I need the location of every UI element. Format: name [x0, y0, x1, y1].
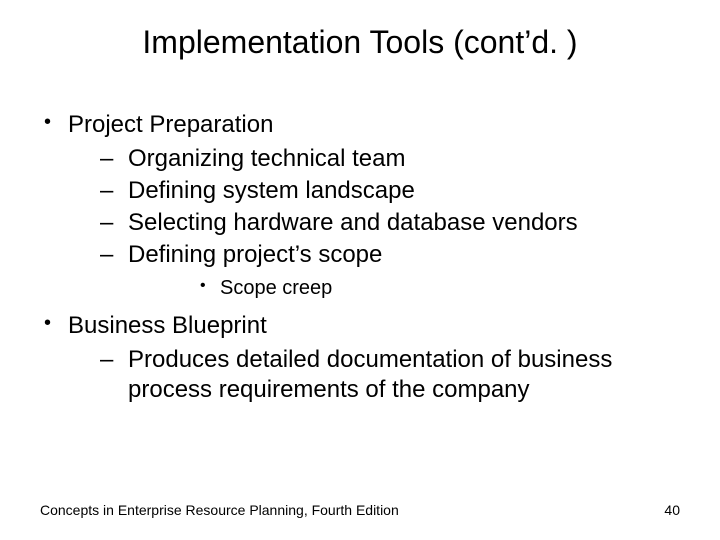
list-item: Produces detailed documentation of busin…: [68, 345, 680, 405]
slide: Implementation Tools (cont’d. ) Project …: [0, 0, 720, 540]
slide-title: Implementation Tools (cont’d. ): [0, 24, 720, 61]
bullet-label: Project Preparation: [68, 111, 273, 138]
list-item: Business Blueprint Produces detailed doc…: [40, 311, 680, 405]
bullet-text: Selecting hardware and database vendors: [128, 209, 578, 236]
bullet-list-level1: Project Preparation Organizing technical…: [40, 110, 680, 405]
list-item: Project Preparation Organizing technical…: [40, 110, 680, 301]
bullet-text: Organizing technical team: [128, 145, 405, 172]
footer-source: Concepts in Enterprise Resource Planning…: [40, 502, 399, 518]
list-item: Defining system landscape: [68, 176, 680, 206]
bullet-text: Produces detailed documentation of busin…: [128, 346, 612, 403]
bullet-list-level2: Produces detailed documentation of busin…: [68, 345, 680, 405]
bullet-list-level2: Organizing technical team Defining syste…: [68, 144, 680, 301]
page-number: 40: [664, 502, 680, 518]
bullet-text: Defining project’s scope: [128, 241, 382, 268]
bullet-list-level3: Scope creep: [128, 276, 680, 301]
list-item: Selecting hardware and database vendors: [68, 208, 680, 238]
bullet-text: Scope creep: [220, 277, 332, 299]
list-item: Defining project’s scope Scope creep: [68, 240, 680, 301]
slide-body: Project Preparation Organizing technical…: [40, 110, 680, 411]
bullet-label: Business Blueprint: [68, 312, 267, 339]
bullet-text: Defining system landscape: [128, 177, 415, 204]
list-item: Organizing technical team: [68, 144, 680, 174]
list-item: Scope creep: [128, 276, 680, 301]
